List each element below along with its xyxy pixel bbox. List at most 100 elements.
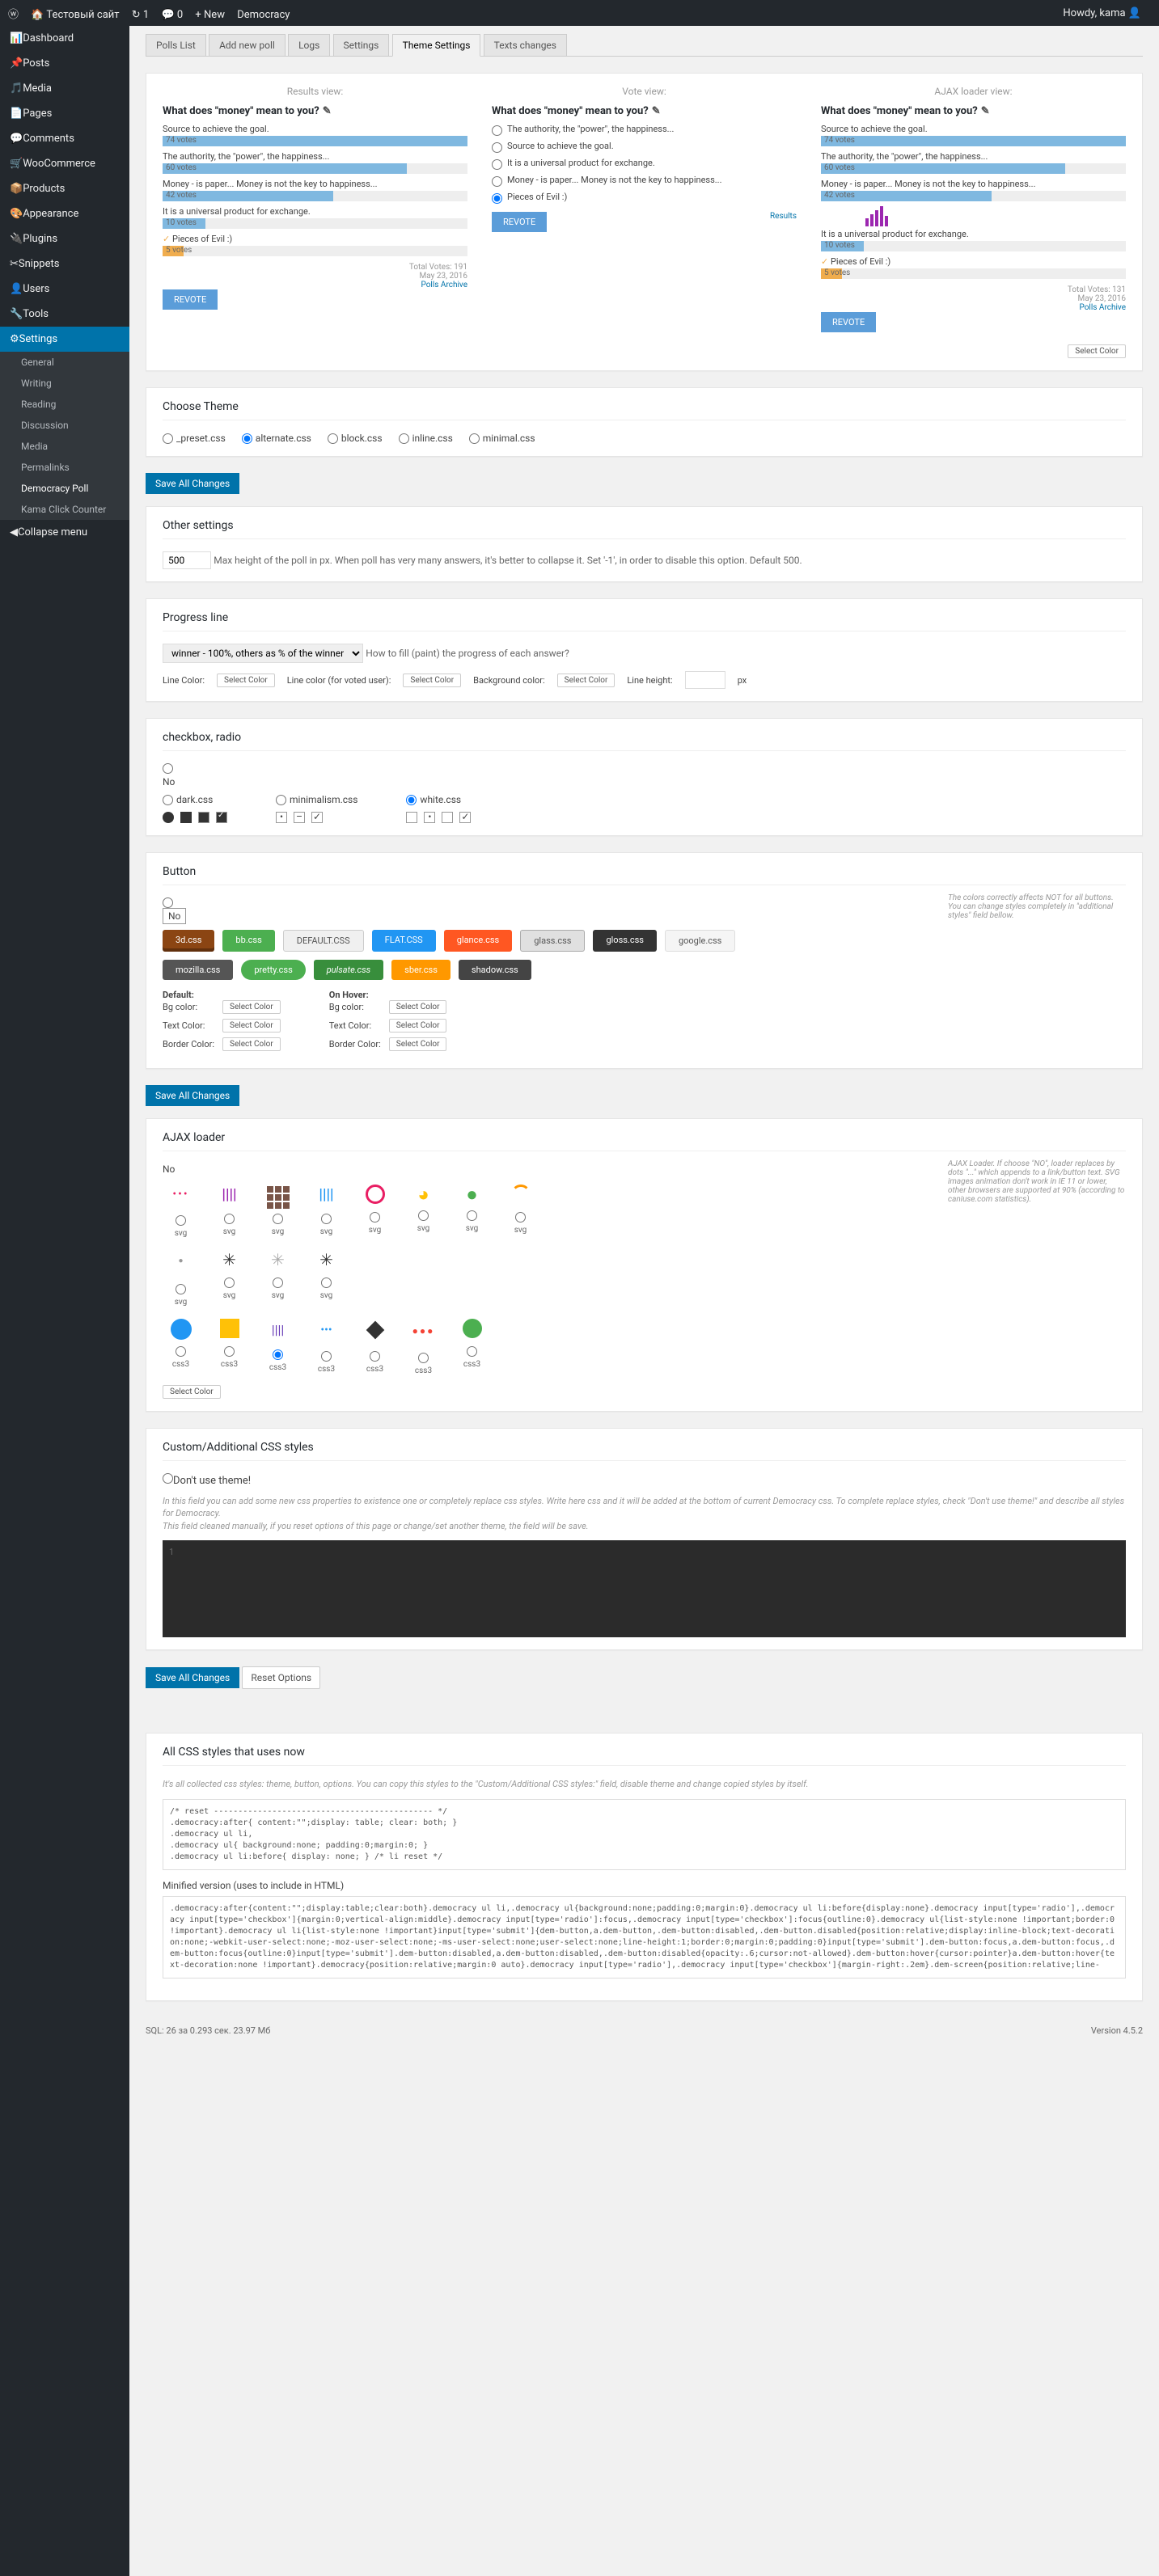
loader-option[interactable]: [321, 1277, 332, 1288]
revote-button[interactable]: REVOTE: [492, 212, 547, 232]
select-color-button[interactable]: Select Color: [222, 1000, 281, 1014]
loader-option[interactable]: [273, 1214, 283, 1224]
sidebar-item-posts[interactable]: 📌 Posts: [0, 51, 129, 76]
max-height-input[interactable]: [163, 551, 211, 569]
vote-option[interactable]: Money - is paper... Money is not the key…: [492, 175, 797, 187]
loader-option[interactable]: [321, 1214, 332, 1224]
checkbox-style-option[interactable]: white.css: [406, 794, 471, 805]
loader-option[interactable]: [176, 1346, 186, 1357]
loader-option[interactable]: [176, 1215, 186, 1226]
save-button[interactable]: Save All Changes: [146, 1085, 239, 1106]
sidebar-item-media[interactable]: 🎵 Media: [0, 76, 129, 101]
theme-option[interactable]: block.css: [328, 433, 383, 444]
css-editor[interactable]: 1: [163, 1540, 1126, 1637]
select-color-button[interactable]: Select Color: [389, 1037, 447, 1051]
account-link[interactable]: Howdy, kama 👤: [1063, 7, 1141, 19]
loader-option[interactable]: [321, 1351, 332, 1362]
btn-style-pulsate[interactable]: pulsate.css: [314, 960, 383, 980]
select-color-button[interactable]: Select Color: [557, 674, 615, 687]
loader-option[interactable]: [467, 1346, 477, 1357]
loader-option[interactable]: [273, 1349, 283, 1360]
loader-option[interactable]: [467, 1210, 477, 1221]
loader-option[interactable]: [273, 1277, 283, 1288]
sidebar-item-pages[interactable]: 📄 Pages: [0, 101, 129, 126]
edit-icon[interactable]: ✎: [652, 105, 661, 117]
btn-style-3d[interactable]: 3d.css: [163, 930, 214, 952]
select-color-button[interactable]: Select Color: [1068, 344, 1126, 358]
sidebar-sub-discussion[interactable]: Discussion: [0, 415, 129, 436]
theme-option[interactable]: _preset.css: [163, 433, 226, 444]
btn-style-default[interactable]: DEFAULT.CSS: [283, 930, 364, 952]
theme-option[interactable]: alternate.css: [242, 433, 311, 444]
sidebar-item-settings[interactable]: ⚙ Settings: [0, 327, 129, 352]
select-color-button[interactable]: Select Color: [222, 1019, 281, 1033]
save-button[interactable]: Save All Changes: [146, 1667, 239, 1688]
btn-style-bb[interactable]: bb.css: [222, 930, 274, 952]
comments-link[interactable]: 💬 0: [161, 9, 183, 21]
tab-texts[interactable]: Texts changes: [484, 34, 567, 57]
sidebar-sub-general[interactable]: General: [0, 352, 129, 373]
checkbox-style-option[interactable]: minimalism.css: [276, 794, 357, 805]
progress-fill-select[interactable]: winner - 100%, others as % of the winner: [163, 644, 363, 663]
dont-use-theme-option[interactable]: Don't use theme!: [163, 1475, 251, 1487]
select-color-button[interactable]: Select Color: [403, 674, 461, 687]
reset-button[interactable]: Reset Options: [242, 1666, 320, 1689]
loader-option[interactable]: [224, 1346, 235, 1357]
css-minified-block[interactable]: .democracy:after{content:"";display:tabl…: [163, 1896, 1126, 1978]
sidebar-sub-media[interactable]: Media: [0, 436, 129, 457]
tab-logs[interactable]: Logs: [288, 34, 330, 57]
sidebar-item-comments[interactable]: 💬 Comments: [0, 126, 129, 151]
sidebar-item-products[interactable]: 📦 Products: [0, 176, 129, 201]
loader-option[interactable]: [224, 1214, 235, 1224]
no-option[interactable]: [163, 897, 173, 908]
vote-option[interactable]: It is a universal product for exchange.: [492, 158, 797, 170]
sidebar-item-appearance[interactable]: 🎨 Appearance: [0, 201, 129, 226]
loader-option[interactable]: [370, 1212, 380, 1223]
select-color-button[interactable]: Select Color: [222, 1037, 281, 1051]
sidebar-item-plugins[interactable]: 🔌 Plugins: [0, 226, 129, 251]
loader-option[interactable]: [418, 1210, 429, 1221]
save-button[interactable]: Save All Changes: [146, 473, 239, 494]
select-color-button[interactable]: Select Color: [163, 1385, 221, 1399]
site-link[interactable]: 🏠 Тестовый сайт: [31, 9, 119, 21]
theme-option[interactable]: inline.css: [399, 433, 453, 444]
sidebar-item-users[interactable]: 👤 Users: [0, 277, 129, 302]
archive-link[interactable]: Polls Archive: [421, 281, 467, 289]
tab-theme-settings[interactable]: Theme Settings: [392, 34, 481, 57]
edit-icon[interactable]: ✎: [981, 105, 990, 117]
select-color-button[interactable]: Select Color: [389, 1000, 447, 1014]
btn-style-mozilla[interactable]: mozilla.css: [163, 960, 233, 980]
no-option[interactable]: [163, 763, 173, 774]
loader-option[interactable]: [224, 1277, 235, 1288]
tab-settings[interactable]: Settings: [333, 34, 390, 57]
vote-option[interactable]: Pieces of Evil :): [492, 192, 797, 204]
btn-style-glass[interactable]: glass.css: [520, 930, 585, 952]
theme-option[interactable]: minimal.css: [469, 433, 535, 444]
checkbox-style-option[interactable]: dark.css: [163, 794, 227, 805]
loader-option[interactable]: [515, 1212, 526, 1223]
sidebar-item-woocommerce[interactable]: 🛒 WooCommerce: [0, 151, 129, 176]
tab-add-poll[interactable]: Add new poll: [209, 34, 286, 57]
archive-link[interactable]: Polls Archive: [1079, 303, 1126, 312]
vote-option[interactable]: The authority, the "power", the happines…: [492, 124, 797, 136]
btn-style-sber[interactable]: sber.css: [391, 960, 450, 980]
btn-style-shadow[interactable]: shadow.css: [459, 960, 531, 980]
new-link[interactable]: + New: [195, 9, 225, 21]
edit-icon[interactable]: ✎: [323, 105, 332, 117]
btn-style-flat[interactable]: FLAT.CSS: [372, 930, 436, 952]
sidebar-sub-kama[interactable]: Kama Click Counter: [0, 499, 129, 520]
wp-logo-icon[interactable]: ⓦ: [8, 9, 19, 21]
btn-style-gloss[interactable]: gloss.css: [593, 930, 657, 952]
sidebar-sub-permalinks[interactable]: Permalinks: [0, 457, 129, 478]
sidebar-sub-reading[interactable]: Reading: [0, 394, 129, 415]
revote-button[interactable]: REVOTE: [821, 312, 876, 332]
vote-option[interactable]: Source to achieve the goal.: [492, 141, 797, 153]
loader-option[interactable]: [176, 1284, 186, 1294]
revote-button[interactable]: REVOTE: [163, 289, 218, 310]
btn-style-pretty[interactable]: pretty.css: [241, 960, 305, 980]
select-color-button[interactable]: Select Color: [389, 1019, 447, 1033]
breadcrumb[interactable]: Democracy: [237, 9, 290, 21]
sidebar-item-tools[interactable]: 🔧 Tools: [0, 302, 129, 327]
btn-style-google[interactable]: google.css: [665, 930, 735, 952]
updates-link[interactable]: ↻ 1: [132, 9, 149, 21]
